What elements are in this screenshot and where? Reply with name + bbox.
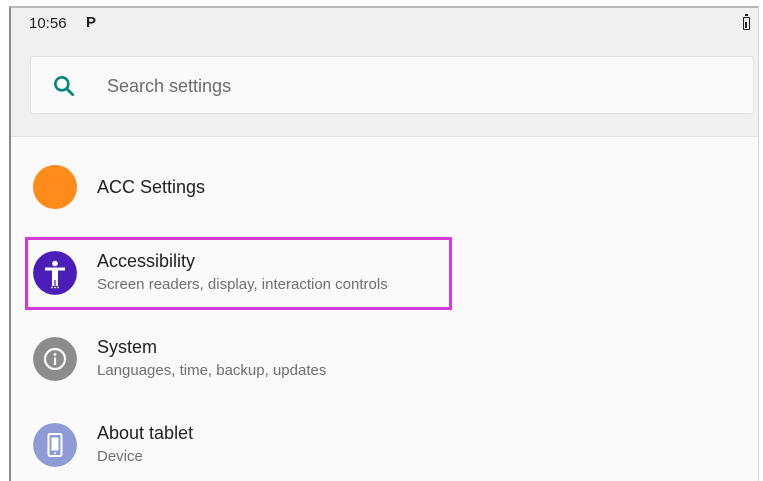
info-icon xyxy=(33,337,77,381)
battery-icon xyxy=(743,14,750,30)
status-bar: 10:56 P xyxy=(11,8,758,38)
search-icon xyxy=(54,76,75,97)
settings-item-about-tablet[interactable]: About tablet Device xyxy=(11,401,758,481)
settings-item-acc[interactable]: ACC Settings xyxy=(11,143,758,229)
tablet-icon xyxy=(33,423,77,467)
search-bar[interactable]: Search settings xyxy=(30,56,754,114)
status-time: 10:56 xyxy=(29,15,67,32)
settings-item-system[interactable]: System Languages, time, backup, updates xyxy=(11,315,758,401)
orange-circle-icon xyxy=(33,165,77,209)
settings-item-subtitle: Device xyxy=(97,448,143,465)
settings-item-title: About tablet xyxy=(97,423,194,443)
search-area: Search settings xyxy=(11,38,758,137)
settings-item-title: ACC Settings xyxy=(97,177,206,197)
settings-item-subtitle: Languages, time, backup, updates xyxy=(97,362,327,379)
accessibility-highlight-box xyxy=(25,237,452,310)
settings-item-title: System xyxy=(97,337,158,357)
search-placeholder[interactable]: Search settings xyxy=(107,76,231,97)
settings-window: 10:56 P Search settings ACC Settings Acc… xyxy=(9,6,759,481)
notification-p-icon: P xyxy=(86,14,97,31)
